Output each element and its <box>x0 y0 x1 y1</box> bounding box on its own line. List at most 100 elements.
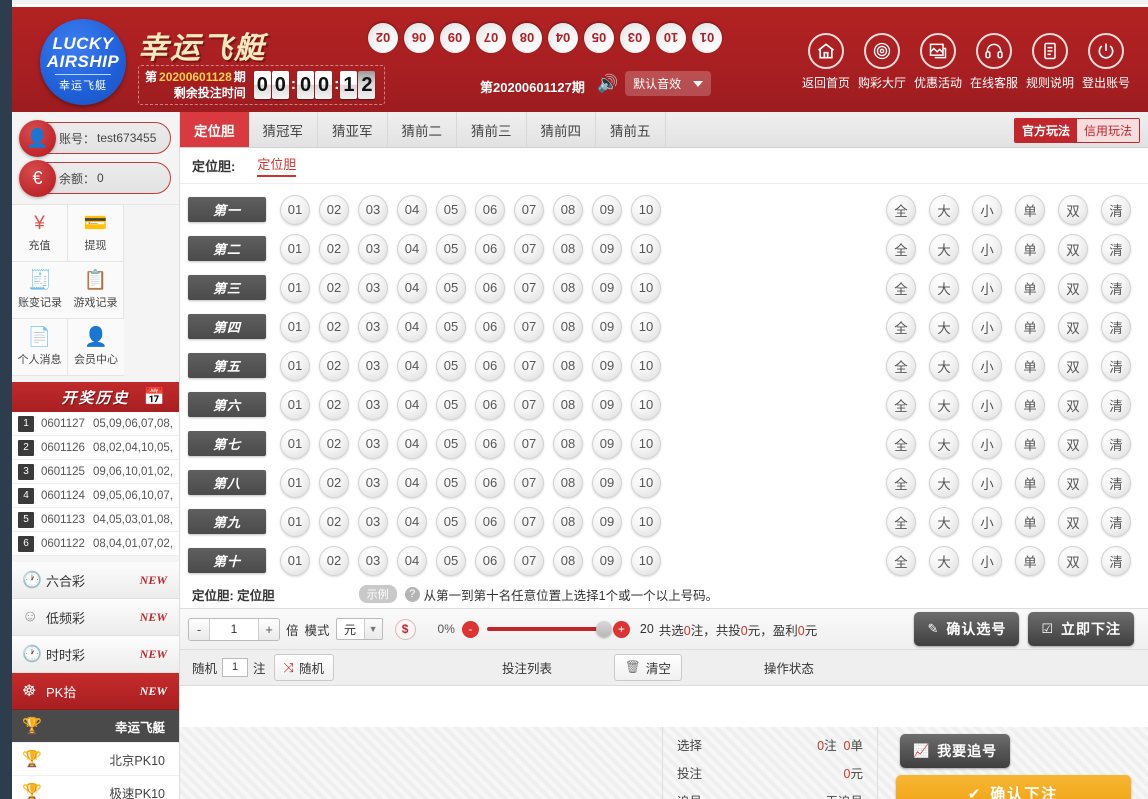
number-ball[interactable]: 08 <box>553 390 583 420</box>
quick-pick-clear[interactable]: 清 <box>1101 390 1131 420</box>
number-ball[interactable]: 01 <box>280 312 310 342</box>
number-ball[interactable]: 06 <box>475 312 505 342</box>
nav-item-hall[interactable]: 购彩大厅 <box>854 33 910 91</box>
multiplier-minus-button[interactable]: - <box>189 619 210 640</box>
quick-pick-all[interactable]: 全 <box>886 351 916 381</box>
quick-pick-big[interactable]: 大 <box>929 468 959 498</box>
number-ball[interactable]: 06 <box>475 468 505 498</box>
number-ball[interactable]: 03 <box>358 390 388 420</box>
quick-pick-small[interactable]: 小 <box>972 468 1002 498</box>
quick-pick-big[interactable]: 大 <box>929 195 959 225</box>
number-ball[interactable]: 07 <box>514 507 544 537</box>
number-ball[interactable]: 03 <box>358 546 388 576</box>
number-ball[interactable]: 05 <box>436 507 466 537</box>
slider-knob[interactable] <box>596 621 612 637</box>
number-ball[interactable]: 04 <box>397 468 427 498</box>
quick-pick-big[interactable]: 大 <box>929 429 959 459</box>
quick-pick-clear[interactable]: 清 <box>1101 351 1131 381</box>
number-ball[interactable]: 06 <box>475 273 505 303</box>
chase-button[interactable]: 📈 我要追号 <box>900 734 1010 768</box>
number-ball[interactable]: 03 <box>358 273 388 303</box>
number-ball[interactable]: 10 <box>631 468 661 498</box>
number-ball[interactable]: 08 <box>553 351 583 381</box>
number-ball[interactable]: 08 <box>553 546 583 576</box>
quick-pick-odd[interactable]: 单 <box>1015 195 1045 225</box>
quick-pick-even[interactable]: 双 <box>1058 429 1088 459</box>
number-ball[interactable]: 02 <box>319 351 349 381</box>
number-ball[interactable]: 07 <box>514 312 544 342</box>
quick-pick-all[interactable]: 全 <box>886 195 916 225</box>
number-ball[interactable]: 03 <box>358 234 388 264</box>
quick-pick-clear[interactable]: 清 <box>1101 195 1131 225</box>
number-ball[interactable]: 04 <box>397 273 427 303</box>
number-ball[interactable]: 08 <box>553 273 583 303</box>
number-ball[interactable]: 09 <box>592 195 622 225</box>
dollar-icon[interactable]: $ <box>395 619 416 640</box>
number-ball[interactable]: 04 <box>397 429 427 459</box>
number-ball[interactable]: 06 <box>475 546 505 576</box>
sound-select[interactable]: 默认音效 <box>625 71 711 96</box>
quick-pick-small[interactable]: 小 <box>972 234 1002 264</box>
quick-pick-even[interactable]: 双 <box>1058 468 1088 498</box>
number-ball[interactable]: 09 <box>592 273 622 303</box>
quick-pick-even[interactable]: 双 <box>1058 234 1088 264</box>
quick-pick-even[interactable]: 双 <box>1058 312 1088 342</box>
quick-pick-all[interactable]: 全 <box>886 312 916 342</box>
number-ball[interactable]: 02 <box>319 312 349 342</box>
number-ball[interactable]: 10 <box>631 351 661 381</box>
number-ball[interactable]: 02 <box>319 234 349 264</box>
quick-pick-all[interactable]: 全 <box>886 273 916 303</box>
quick-pick-clear[interactable]: 清 <box>1101 234 1131 264</box>
quick-pick-odd[interactable]: 单 <box>1015 429 1045 459</box>
lottery-item-liuhecai[interactable]: 🕐 六合彩 NEW <box>12 562 179 599</box>
number-ball[interactable]: 09 <box>592 234 622 264</box>
multiplier-plus-button[interactable]: + <box>258 619 279 640</box>
quick-pick-even[interactable]: 双 <box>1058 390 1088 420</box>
demo-chip[interactable]: 示例 <box>359 585 397 603</box>
number-ball[interactable]: 10 <box>631 507 661 537</box>
number-ball[interactable]: 03 <box>358 468 388 498</box>
number-ball[interactable]: 08 <box>553 234 583 264</box>
number-ball[interactable]: 04 <box>397 195 427 225</box>
number-ball[interactable]: 05 <box>436 429 466 459</box>
quick-pick-all[interactable]: 全 <box>886 234 916 264</box>
quick-pick-odd[interactable]: 单 <box>1015 546 1045 576</box>
quick-pick-big[interactable]: 大 <box>929 390 959 420</box>
quick-pick-all[interactable]: 全 <box>886 468 916 498</box>
calendar-icon[interactable]: 📅 <box>144 387 165 407</box>
quick-pick-big[interactable]: 大 <box>929 351 959 381</box>
number-ball[interactable]: 02 <box>319 507 349 537</box>
nav-item-promotions[interactable]: 优惠活动 <box>910 33 966 91</box>
slider-increase-button[interactable]: + <box>613 621 630 638</box>
number-ball[interactable]: 02 <box>319 429 349 459</box>
number-ball[interactable]: 04 <box>397 546 427 576</box>
number-ball[interactable]: 02 <box>319 390 349 420</box>
quick-pick-big[interactable]: 大 <box>929 546 959 576</box>
number-ball[interactable]: 09 <box>592 468 622 498</box>
number-ball[interactable]: 07 <box>514 390 544 420</box>
number-ball[interactable]: 01 <box>280 273 310 303</box>
number-ball[interactable]: 05 <box>436 234 466 264</box>
quick-pick-odd[interactable]: 单 <box>1015 273 1045 303</box>
quick-pick-big[interactable]: 大 <box>929 273 959 303</box>
number-ball[interactable]: 06 <box>475 429 505 459</box>
number-ball[interactable]: 05 <box>436 312 466 342</box>
number-ball[interactable]: 03 <box>358 507 388 537</box>
clear-button[interactable]: 🗑 清空 <box>614 654 682 681</box>
number-ball[interactable]: 01 <box>280 546 310 576</box>
number-ball[interactable]: 09 <box>592 390 622 420</box>
number-ball[interactable]: 01 <box>280 195 310 225</box>
quick-action-withdraw[interactable]: 💳 提现 <box>68 205 124 262</box>
tab-guanjun[interactable]: 猜冠军 <box>249 112 319 147</box>
number-ball[interactable]: 08 <box>553 312 583 342</box>
chevron-down-icon[interactable]: ▼ <box>364 619 382 639</box>
quick-pick-clear[interactable]: 清 <box>1101 507 1131 537</box>
number-ball[interactable]: 01 <box>280 468 310 498</box>
quick-pick-big[interactable]: 大 <box>929 507 959 537</box>
quick-action-member-center[interactable]: 👤 会员中心 <box>68 319 124 376</box>
number-ball[interactable]: 09 <box>592 312 622 342</box>
number-ball[interactable]: 09 <box>592 429 622 459</box>
quick-action-game-records[interactable]: 📋 游戏记录 <box>68 262 124 319</box>
number-ball[interactable]: 02 <box>319 468 349 498</box>
number-ball[interactable]: 10 <box>631 390 661 420</box>
